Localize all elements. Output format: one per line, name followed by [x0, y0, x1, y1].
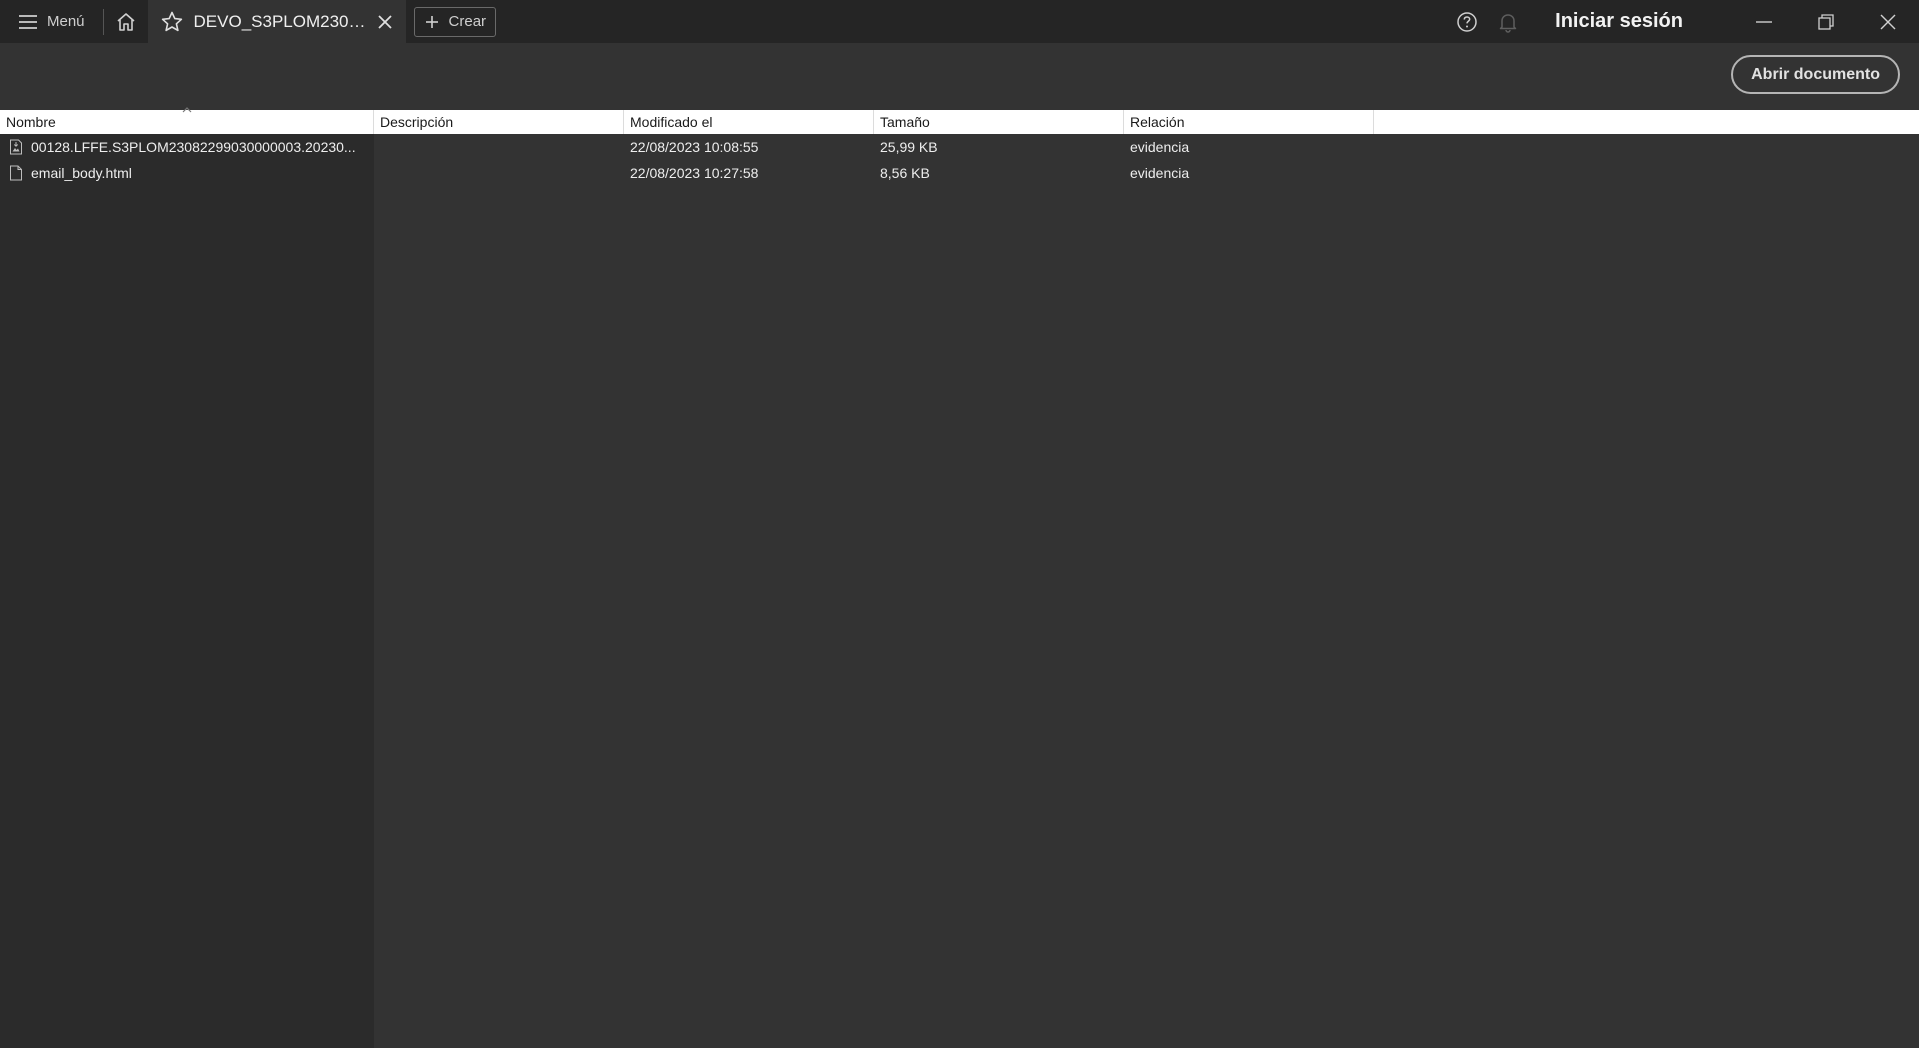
relation-cell: evidencia — [1130, 165, 1190, 181]
toolbar: Abrir documento — [0, 43, 1919, 110]
plus-icon — [424, 14, 440, 30]
size-cell: 25,99 KB — [880, 139, 938, 155]
close-tab-icon[interactable] — [374, 11, 396, 33]
close-window-button[interactable] — [1857, 0, 1919, 43]
name-cell: email_body.html — [0, 165, 374, 181]
title-bar: Menú DEVO_S3PLOM2308... Crear Iniciar se… — [0, 0, 1919, 43]
restore-button[interactable] — [1795, 0, 1857, 43]
column-header-modified[interactable]: Modificado el — [624, 110, 874, 134]
column-header-relation[interactable]: Relación — [1124, 110, 1374, 134]
notification-bell-icon[interactable] — [1497, 11, 1519, 33]
home-button[interactable] — [104, 0, 148, 43]
table-header: Nombre Descripción Modificado el Tamaño … — [0, 107, 1919, 134]
hamburger-menu-icon — [18, 12, 38, 32]
open-document-button[interactable]: Abrir documento — [1731, 55, 1900, 94]
menu-label: Menú — [47, 13, 85, 30]
modified-cell: 22/08/2023 10:27:58 — [630, 165, 759, 181]
create-button[interactable]: Crear — [413, 6, 497, 37]
minimize-icon — [1755, 13, 1773, 31]
column-header-label: Tamaño — [880, 114, 930, 130]
document-file-icon — [8, 165, 24, 181]
tab-active-document[interactable]: DEVO_S3PLOM2308... — [147, 0, 406, 43]
name-column-background — [0, 134, 374, 1048]
table-row[interactable]: 00128.LFFE.S3PLOM23082299030000003.20230… — [0, 134, 1919, 160]
home-icon — [115, 11, 137, 33]
login-link[interactable]: Iniciar sesión — [1555, 10, 1683, 33]
size-cell: 8,56 KB — [880, 165, 930, 181]
minimize-button[interactable] — [1733, 0, 1795, 43]
file-name: 00128.LFFE.S3PLOM23082299030000003.20230… — [31, 139, 356, 155]
modified-cell: 22/08/2023 10:08:55 — [630, 139, 759, 155]
close-icon — [1879, 13, 1897, 31]
star-icon[interactable] — [160, 10, 184, 34]
relation-cell: evidencia — [1130, 139, 1190, 155]
restore-icon — [1817, 13, 1835, 31]
column-header-description[interactable]: Descripción — [374, 110, 624, 134]
column-header-label: Modificado el — [630, 114, 713, 130]
column-header-name[interactable]: Nombre — [0, 107, 374, 134]
title-bar-right: Iniciar sesión — [1456, 0, 1919, 43]
create-label: Crear — [448, 13, 487, 30]
tab-label: DEVO_S3PLOM2308... — [193, 11, 366, 31]
menu-button[interactable]: Menú — [0, 0, 103, 43]
image-file-icon — [8, 139, 24, 155]
help-icon[interactable] — [1456, 11, 1478, 33]
file-name: email_body.html — [31, 165, 132, 181]
sort-ascending-icon — [181, 105, 193, 115]
name-cell: 00128.LFFE.S3PLOM23082299030000003.20230… — [0, 139, 374, 155]
column-header-label: Relación — [1130, 114, 1185, 130]
file-list: 00128.LFFE.S3PLOM23082299030000003.20230… — [0, 134, 1919, 1048]
column-header-size[interactable]: Tamaño — [874, 110, 1124, 134]
table-row[interactable]: email_body.html 22/08/2023 10:27:58 8,56… — [0, 160, 1919, 186]
column-header-label: Descripción — [380, 114, 454, 130]
column-header-label: Nombre — [6, 114, 56, 130]
